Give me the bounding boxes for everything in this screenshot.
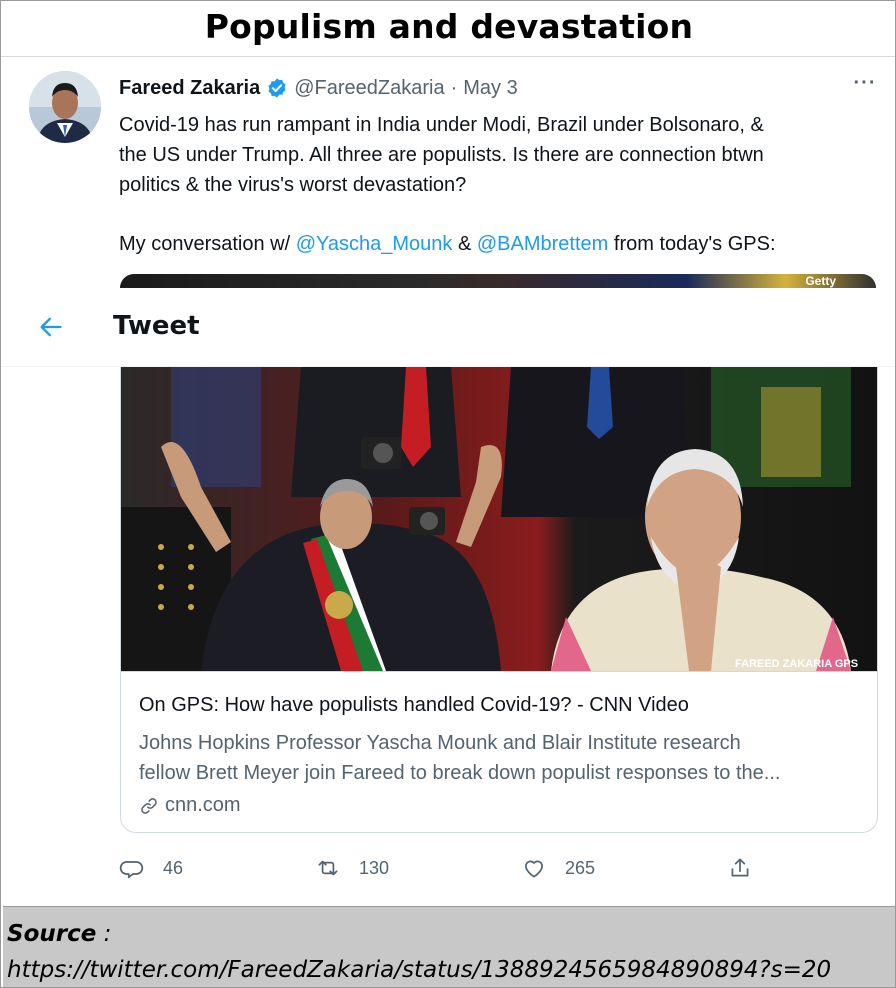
tweet-author-row: Fareed Zakaria @FareedZakaria · May 3	[119, 75, 518, 101]
screenshot-frame: Populism and devastation Fareed Zakaria …	[0, 0, 896, 988]
mention-yascha-mounk[interactable]: @Yascha_Mounk	[296, 233, 453, 255]
card-domain[interactable]: cnn.com	[139, 794, 241, 817]
page-title: Populism and devastation	[204, 7, 694, 46]
tweet-actions-bar: 46 130 265	[1, 847, 895, 891]
avatar-image	[29, 71, 101, 143]
tweet-text-line: Covid-19 has run rampant in India under …	[119, 114, 764, 136]
image-credit: Getty	[805, 274, 836, 288]
retweet-button[interactable]: 130	[315, 855, 389, 881]
link-icon	[141, 797, 157, 814]
share-button[interactable]	[727, 855, 771, 881]
heart-icon	[525, 860, 543, 878]
source-label-text: Source	[7, 921, 97, 947]
mention-bambrettem[interactable]: @BAMbrettem	[477, 233, 608, 255]
verified-badge-icon	[268, 78, 286, 98]
tweet-header-bar: Tweet	[1, 289, 895, 367]
source-label: Source :	[7, 921, 111, 947]
media-peek: Getty	[120, 274, 876, 288]
card-info[interactable]: On GPS: How have populists handled Covid…	[121, 671, 877, 832]
retweet-icon	[318, 860, 338, 876]
back-arrow-icon[interactable]	[37, 313, 65, 341]
tweet-text-line: politics & the virus's worst devastation…	[119, 174, 467, 196]
card-domain-text: cnn.com	[165, 794, 241, 816]
reply-button[interactable]: 46	[119, 855, 183, 881]
meta-separator: ·	[450, 76, 458, 99]
author-avatar[interactable]	[29, 71, 101, 143]
title-divider	[1, 56, 895, 57]
reply-count: 46	[163, 857, 184, 878]
share-icon	[731, 858, 749, 877]
more-options-button[interactable]: ···	[851, 73, 879, 97]
tweet-text: Covid-19 has run rampant in India under …	[119, 110, 859, 200]
card-watermark: FAREED ZAKARIA GPS	[735, 658, 858, 670]
reply-icon	[119, 861, 144, 879]
card-description: Johns Hopkins Professor Yascha Mounk and…	[139, 728, 867, 788]
like-button[interactable]: 265	[521, 855, 595, 881]
card-description-line: Johns Hopkins Professor Yascha Mounk and…	[139, 732, 741, 754]
header-title: Tweet	[113, 311, 200, 341]
tweet-conversation-line: My conversation w/ @Yascha_Mounk & @BAMb…	[119, 229, 776, 259]
conversation-and: &	[452, 233, 477, 255]
card-title[interactable]: On GPS: How have populists handled Covid…	[139, 694, 689, 717]
card-description-line: fellow Brett Meyer join Fareed to break …	[139, 762, 781, 784]
source-url[interactable]: https://twitter.com/FareedZakaria/status…	[7, 957, 831, 983]
card-photo: FAREED ZAKARIA GPS	[121, 367, 877, 671]
retweet-count: 130	[359, 857, 390, 878]
source-colon: :	[96, 921, 112, 947]
conversation-prefix: My conversation w/	[119, 233, 296, 255]
link-preview-card[interactable]: FAREED ZAKARIA GPS On GPS: How have popu…	[120, 367, 878, 833]
conversation-suffix: from today's GPS:	[608, 233, 776, 255]
tweet-text-line: the US under Trump. All three are populi…	[119, 144, 764, 166]
like-count: 265	[565, 857, 596, 878]
author-handle[interactable]: @FareedZakaria	[294, 77, 444, 100]
source-footer: Source : https://twitter.com/FareedZakar…	[3, 906, 895, 987]
tweet-date[interactable]: May 3	[463, 77, 517, 100]
card-image[interactable]: FAREED ZAKARIA GPS	[121, 367, 877, 671]
author-name[interactable]: Fareed Zakaria	[119, 77, 260, 100]
